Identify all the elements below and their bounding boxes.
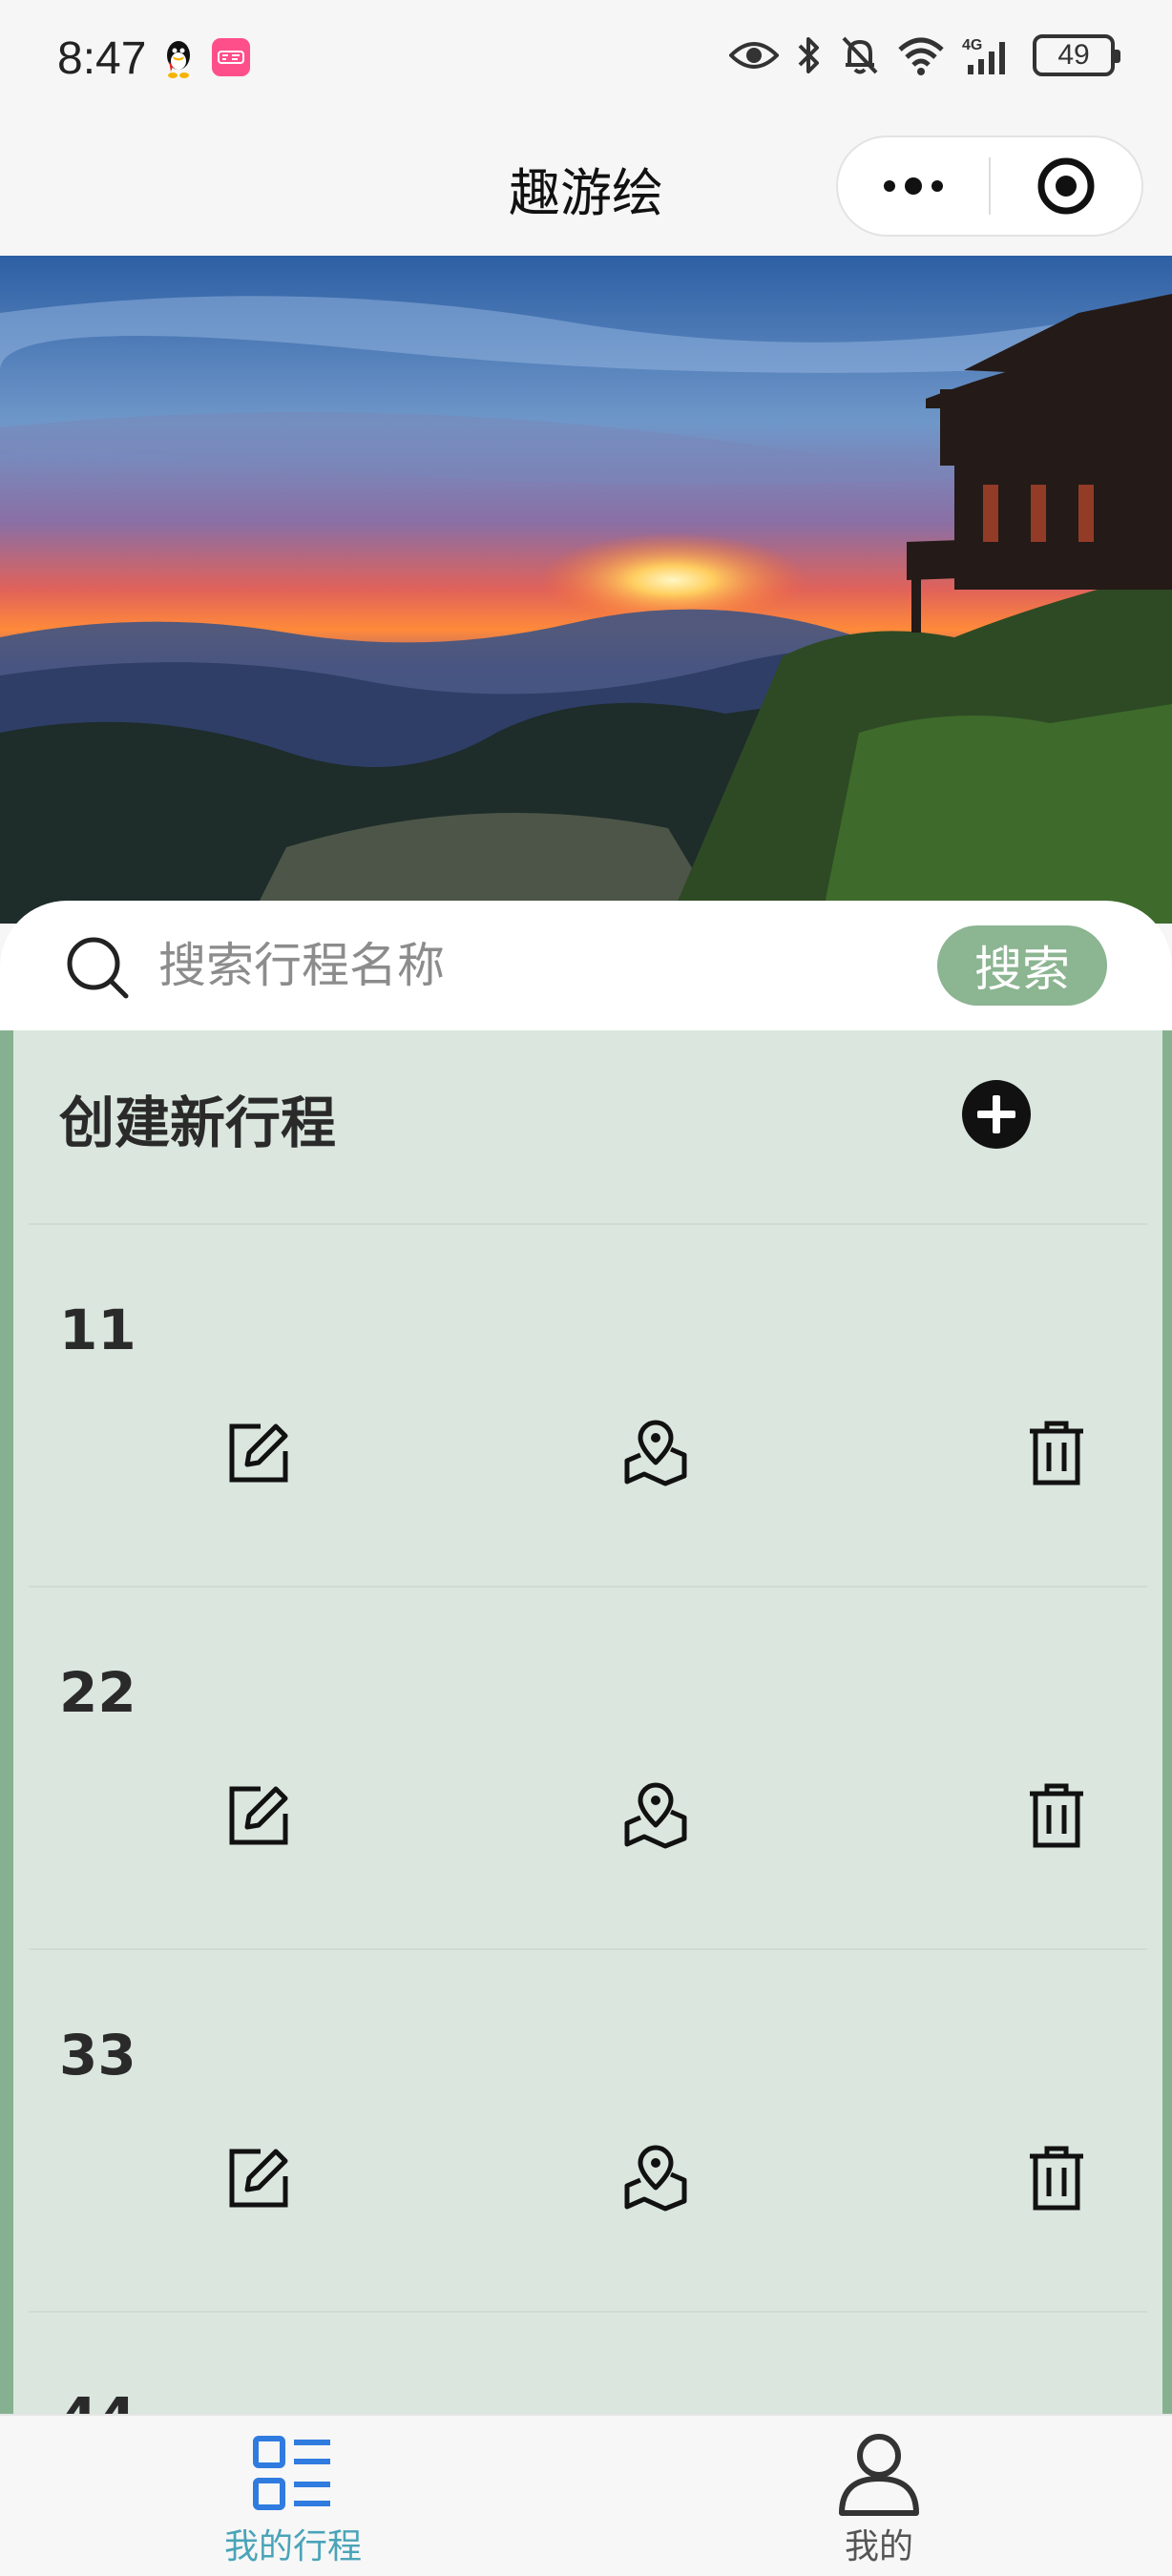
- trip-name: 22: [59, 1660, 136, 1725]
- search-icon: [67, 937, 129, 999]
- map-pin-icon: [624, 2145, 687, 2212]
- list-icon: [253, 2436, 330, 2510]
- edit-trip-button[interactable]: [223, 1780, 294, 1851]
- trip-item: 33: [13, 1950, 1162, 2311]
- title-bar: 趣游绘: [0, 114, 1172, 256]
- signal-4g-icon: 4G: [962, 37, 1005, 74]
- edit-icon: [229, 1786, 288, 1845]
- map-trip-button[interactable]: [620, 1780, 691, 1851]
- wifi-icon: [898, 37, 944, 75]
- map-trip-button[interactable]: [620, 2143, 691, 2213]
- more-dots-icon: [884, 177, 943, 195]
- sunrise-mountain-photo: [0, 256, 1172, 924]
- close-miniprogram-button[interactable]: [991, 137, 1141, 235]
- trash-icon: [1030, 1421, 1083, 1485]
- edit-trip-button[interactable]: [223, 2143, 294, 2213]
- svg-text:4G: 4G: [962, 37, 982, 53]
- map-pin-icon: [624, 1782, 687, 1849]
- tab-label: 我的: [844, 2527, 913, 2566]
- miniprogram-capsule: [836, 135, 1143, 237]
- edit-icon: [229, 2149, 288, 2208]
- eye-icon: [729, 42, 779, 69]
- status-right-icons: 4G 49: [729, 34, 1120, 76]
- battery-indicator: 49: [1033, 34, 1120, 76]
- search-input[interactable]: [158, 929, 884, 1002]
- battery-level: 49: [1057, 39, 1090, 71]
- status-app-icons: [162, 38, 250, 80]
- edit-icon: [229, 1423, 288, 1483]
- target-close-icon: [1037, 157, 1095, 215]
- tab-mine[interactable]: 我的: [586, 2416, 1172, 2576]
- status-bar: 8:47 4G 49: [0, 0, 1172, 114]
- add-circle-icon[interactable]: [960, 1078, 1033, 1151]
- red-app-icon: [212, 38, 250, 76]
- trip-item: 44: [13, 2313, 1162, 2414]
- create-trip-row[interactable]: 创建新行程: [13, 1030, 1162, 1223]
- bluetooth-icon: [798, 37, 819, 73]
- more-button[interactable]: [838, 137, 989, 235]
- mute-bell-icon: [842, 36, 878, 74]
- person-icon: [839, 2434, 919, 2516]
- trip-item: 11: [13, 1225, 1162, 1586]
- trip-list-panel: 创建新行程 11 22 33: [0, 1030, 1172, 2414]
- trip-name: 11: [59, 1298, 136, 1362]
- delete-trip-button[interactable]: [1021, 1780, 1092, 1851]
- create-trip-label: 创建新行程: [59, 1091, 337, 1155]
- map-trip-button[interactable]: [620, 1418, 691, 1488]
- trash-icon: [1030, 2146, 1083, 2211]
- delete-trip-button[interactable]: [1021, 1418, 1092, 1488]
- bottom-tab-bar: 我的行程 我的: [0, 2414, 1172, 2576]
- delete-trip-button[interactable]: [1021, 2143, 1092, 2213]
- status-time: 8:47: [57, 33, 147, 84]
- trip-name: 44: [59, 2385, 136, 2414]
- banner-image: [0, 256, 1172, 924]
- trip-item: 22: [13, 1588, 1162, 1948]
- qq-penguin-icon: [167, 41, 190, 78]
- tab-my-trips[interactable]: 我的行程: [0, 2416, 586, 2576]
- search-button[interactable]: 搜索: [937, 925, 1107, 1006]
- trash-icon: [1030, 1783, 1083, 1848]
- search-bar: 搜索: [0, 901, 1172, 1030]
- tab-label: 我的行程: [223, 2527, 362, 2566]
- map-pin-icon: [624, 1420, 687, 1486]
- trip-name: 33: [59, 2023, 136, 2088]
- edit-trip-button[interactable]: [223, 1418, 294, 1488]
